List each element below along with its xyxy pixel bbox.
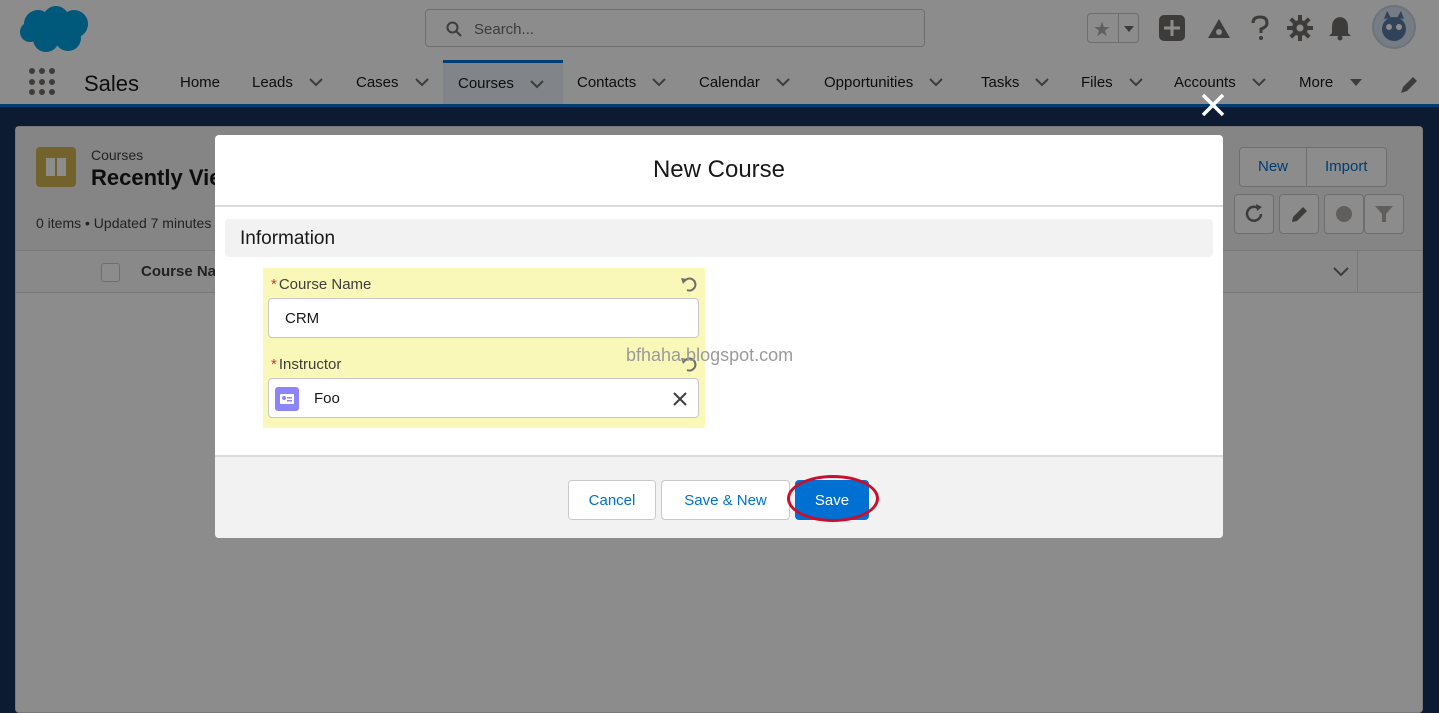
close-icon[interactable] xyxy=(1198,90,1228,120)
cancel-button[interactable]: Cancel xyxy=(568,480,656,520)
course-name-label: * Course Name xyxy=(271,276,371,293)
course-name-value: CRM xyxy=(285,310,320,327)
undo-icon[interactable] xyxy=(680,275,698,293)
section-information: Information xyxy=(225,219,1213,257)
instructor-value: Foo xyxy=(314,390,340,407)
field-label-text: Instructor xyxy=(278,356,342,373)
field-label-text: Course Name xyxy=(278,276,372,293)
save-button[interactable]: Save xyxy=(795,480,869,520)
new-course-modal: New Course Information * Course Name CRM … xyxy=(215,135,1223,538)
watermark-text: bfhaha.blogspot.com xyxy=(626,345,794,365)
course-name-input[interactable]: CRM xyxy=(268,298,699,338)
required-marker: * xyxy=(271,276,277,293)
save-and-new-button[interactable]: Save & New xyxy=(661,480,790,520)
contact-card-icon xyxy=(275,387,299,411)
instructor-lookup[interactable]: Foo xyxy=(268,378,699,418)
instructor-label: * Instructor xyxy=(271,356,341,373)
clear-icon[interactable] xyxy=(672,391,688,407)
section-title: Information xyxy=(240,228,336,249)
modal-footer: Cancel Save & New Save xyxy=(215,455,1223,538)
modal-title: New Course xyxy=(215,135,1223,207)
required-marker: * xyxy=(271,356,277,373)
